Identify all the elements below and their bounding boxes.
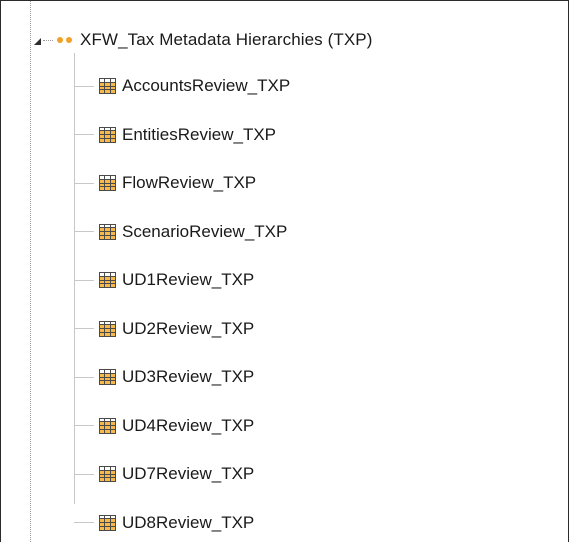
table-grid-icon [99,320,116,337]
tree-connector [74,328,94,329]
tree-node-label[interactable]: FlowReview_TXP [122,173,256,193]
expanded-triangle-icon[interactable] [34,37,41,45]
tree-connector [74,522,94,523]
table-grid-icon [99,369,116,385]
tree-node-entitiesreview[interactable]: EntitiesReview_TXP [74,122,290,171]
table-grid-icon [99,272,116,288]
table-grid-icon [99,417,116,434]
child-node-list: AccountsReview_TXP EntitiesReview_TXP Fl… [74,73,290,542]
tree-node-root[interactable]: XFW_Tax Metadata Hierarchies (TXP) [34,27,372,53]
tree-node-ud1review[interactable]: UD1Review_TXP [74,267,290,316]
tree-node-label[interactable]: UD4Review_TXP [122,416,254,436]
tree-node-ud4review[interactable]: UD4Review_TXP [74,413,290,462]
tree-connector [74,279,94,281]
tree-connector [74,425,94,426]
tree-node-label[interactable]: UD3Review_TXP [122,367,254,387]
tree-node-label[interactable]: UD1Review_TXP [122,270,254,290]
tree-connector [74,134,94,135]
table-grid-icon [99,78,116,94]
orange-dots-icon [57,37,72,43]
tree-connector [74,85,94,87]
tree-node-label[interactable]: ScenarioReview_TXP [122,222,287,242]
tree-node-label[interactable]: EntitiesReview_TXP [122,125,276,145]
tree-node-label[interactable]: UD2Review_TXP [122,319,254,339]
tree-connector [74,376,94,378]
table-grid-icon [99,466,116,482]
table-grid-icon [99,126,116,143]
table-grid-icon [99,175,116,191]
tree-node-label[interactable]: UD8Review_TXP [122,513,254,533]
tree-node-label[interactable]: UD7Review_TXP [122,464,254,484]
table-grid-icon [99,514,116,531]
tree-connector [74,231,94,232]
tree-node-ud8review[interactable]: UD8Review_TXP [74,510,290,543]
tree-node-label[interactable]: AccountsReview_TXP [122,76,290,96]
tree-connector [74,473,94,475]
tree-node-ud7review[interactable]: UD7Review_TXP [74,461,290,510]
tree-connector [43,39,53,41]
tree-node-ud2review[interactable]: UD2Review_TXP [74,316,290,365]
table-grid-icon [99,223,116,240]
tree-node-root-label[interactable]: XFW_Tax Metadata Hierarchies (TXP) [80,30,372,50]
parent-tree-line [30,1,31,542]
tree-node-scenarioreview[interactable]: ScenarioReview_TXP [74,219,290,268]
tree-node-flowreview[interactable]: FlowReview_TXP [74,170,290,219]
tree-node-ud3review[interactable]: UD3Review_TXP [74,364,290,413]
tree-view-panel: XFW_Tax Metadata Hierarchies (TXP) Accou… [0,0,569,542]
tree-node-accountsreview[interactable]: AccountsReview_TXP [74,73,290,122]
tree-connector [74,182,94,184]
